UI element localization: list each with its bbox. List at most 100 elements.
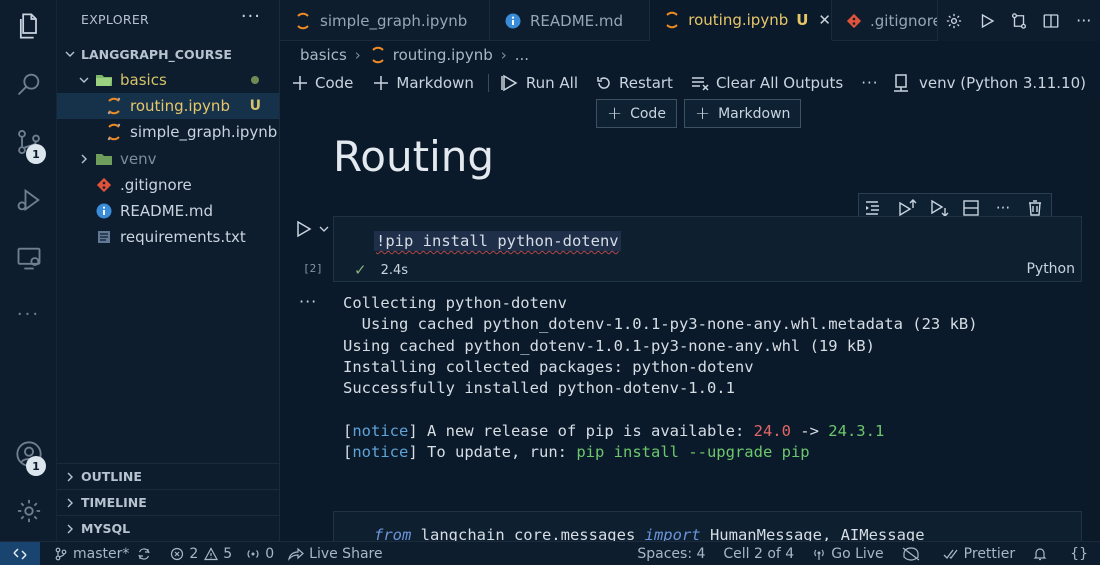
restart-icon bbox=[597, 77, 610, 89]
timeline-panel-header[interactable]: TIMELINE bbox=[57, 489, 279, 515]
radio-tower-icon bbox=[247, 549, 259, 558]
tree-item-gitignore[interactable]: .gitignore bbox=[57, 172, 279, 198]
cell-output: Collecting python-dotenv Using cached py… bbox=[343, 294, 978, 462]
tree-item-readme[interactable]: README.md bbox=[57, 198, 279, 224]
ports-indicator[interactable]: 0 bbox=[246, 546, 274, 562]
insert-markdown-cell-button[interactable]: + Markdown bbox=[684, 99, 802, 128]
run-debug-activity-button[interactable] bbox=[0, 176, 57, 224]
tree-item-label: README.md bbox=[120, 202, 214, 220]
explorer-more-button[interactable]: ··· bbox=[241, 6, 261, 27]
toolbar-more-button[interactable]: ··· bbox=[861, 74, 878, 92]
markdown-heading: Routing bbox=[333, 132, 495, 181]
run-cell-icon[interactable] bbox=[296, 220, 312, 238]
tree-item-routing[interactable]: routing.ipynb U bbox=[57, 93, 279, 119]
workspace-folder-row[interactable]: LANGGRAPH_COURSE bbox=[57, 41, 279, 67]
sync-icon bbox=[138, 547, 150, 560]
chevron-down-icon[interactable] bbox=[318, 223, 330, 235]
modified-dot-icon bbox=[251, 76, 259, 84]
cell-run-controls bbox=[296, 220, 330, 238]
explorer-title: EXPLORER bbox=[81, 12, 150, 27]
more-actions-icon[interactable]: ··· bbox=[1073, 10, 1095, 32]
chevron-right-icon bbox=[77, 152, 91, 166]
explorer-activity-button[interactable] bbox=[0, 2, 57, 50]
tab-simple-graph[interactable]: simple_graph.ipynb bbox=[280, 0, 490, 41]
run-all-button[interactable]: Run All bbox=[501, 74, 578, 92]
tree-item-simple-graph[interactable]: simple_graph.ipynb bbox=[57, 119, 279, 145]
problems-indicator[interactable]: 2 5 bbox=[170, 546, 232, 562]
code-text: langchain_core.messages bbox=[411, 526, 645, 541]
indentation-indicator[interactable]: Spaces: 4 bbox=[637, 546, 705, 562]
button-label: Code bbox=[630, 105, 666, 122]
insert-code-cell-button[interactable]: + Code bbox=[596, 99, 677, 128]
old-version: 24.0 bbox=[753, 421, 791, 440]
copilot-button[interactable] bbox=[902, 547, 925, 561]
live-share-button[interactable]: Live Share bbox=[288, 545, 383, 562]
output-text: A new release of pip is available: bbox=[417, 421, 754, 440]
prettier-button[interactable]: Prettier bbox=[943, 546, 1015, 562]
search-activity-button[interactable] bbox=[0, 60, 57, 108]
notebook-icon bbox=[664, 11, 680, 29]
info-icon bbox=[95, 202, 113, 220]
tree-item-requirements[interactable]: requirements.txt bbox=[57, 224, 279, 250]
tab-gitignore[interactable]: .gitignore bbox=[832, 0, 938, 41]
panel-label: OUTLINE bbox=[81, 469, 142, 484]
output-more-icon[interactable]: ··· bbox=[299, 292, 317, 311]
editor-actions: ··· bbox=[938, 0, 1100, 41]
tree-item-label: venv bbox=[120, 150, 157, 168]
button-label: Clear All Outputs bbox=[715, 74, 844, 92]
untracked-badge: U bbox=[249, 98, 261, 114]
outline-panel-header[interactable]: OUTLINE bbox=[57, 463, 279, 489]
breadcrumb-file[interactable]: routing.ipynb bbox=[393, 46, 493, 64]
code-cell-editor[interactable]: !pip install python-dotenv ✓ 2.4s Python bbox=[333, 216, 1082, 282]
cell-language[interactable]: Python bbox=[1026, 261, 1075, 277]
breadcrumb-more[interactable]: ... bbox=[515, 46, 529, 64]
language-mode-button[interactable]: {} bbox=[1070, 546, 1088, 562]
gear-icon[interactable] bbox=[943, 10, 965, 32]
live-share-label: Live Share bbox=[309, 545, 383, 562]
sync-button[interactable] bbox=[137, 547, 156, 561]
compare-changes-icon[interactable] bbox=[1008, 10, 1030, 32]
tab-label: README.md bbox=[530, 11, 624, 30]
tree-item-label: .gitignore bbox=[120, 176, 192, 194]
notebook-toolbar: Code Markdown Run All Restart Clear All … bbox=[280, 68, 1100, 98]
settings-activity-button[interactable] bbox=[0, 487, 57, 535]
remote-indicator[interactable] bbox=[0, 541, 40, 565]
clear-all-outputs-button[interactable]: Clear All Outputs bbox=[691, 74, 843, 92]
folder-open-icon bbox=[95, 71, 113, 89]
check-icon: ✓ bbox=[354, 261, 367, 279]
breadcrumb-folder[interactable]: basics bbox=[300, 46, 347, 64]
mysql-panel-header[interactable]: MYSQL bbox=[57, 515, 279, 541]
add-code-cell-button[interactable]: Code bbox=[292, 74, 353, 92]
tree-item-venv[interactable]: venv bbox=[57, 146, 279, 172]
next-code-cell[interactable]: from langchain_core.messages import Huma… bbox=[333, 511, 1082, 541]
split-editor-icon[interactable] bbox=[1040, 10, 1062, 32]
add-markdown-cell-button[interactable]: Markdown bbox=[373, 74, 474, 92]
folder-icon bbox=[95, 150, 113, 168]
kernel-picker[interactable]: venv (Python 3.11.10) bbox=[893, 74, 1086, 92]
tab-routing[interactable]: routing.ipynb U ✕ bbox=[650, 0, 832, 41]
run-icon[interactable] bbox=[976, 10, 998, 32]
more-activities-icon[interactable]: ··· bbox=[0, 290, 57, 338]
tree-item-basics[interactable]: basics bbox=[57, 67, 279, 93]
output-line: Successfully installed python-dotenv-1.0… bbox=[343, 379, 735, 398]
tree-item-label: routing.ipynb bbox=[130, 97, 230, 115]
restart-button[interactable]: Restart bbox=[596, 74, 673, 92]
cell-code[interactable]: from langchain_core.messages import Huma… bbox=[374, 526, 925, 541]
notifications-button[interactable] bbox=[1033, 547, 1052, 561]
kernel-icon bbox=[894, 74, 909, 92]
remote-explorer-activity-button[interactable] bbox=[0, 234, 57, 282]
tab-readme[interactable]: README.md bbox=[490, 0, 650, 41]
cell-code[interactable]: !pip install python-dotenv bbox=[374, 231, 621, 251]
branch-label: master* bbox=[73, 545, 130, 562]
keyword: from bbox=[374, 526, 412, 541]
accounts-badge: 1 bbox=[26, 456, 46, 476]
editor-scrollbar[interactable] bbox=[1088, 98, 1100, 541]
branch-indicator[interactable]: master* bbox=[54, 546, 129, 562]
explorer-sidebar: EXPLORER ··· LANGGRAPH_COURSE basics rou… bbox=[57, 0, 280, 541]
go-live-button[interactable]: Go Live bbox=[812, 546, 884, 562]
status-bar-right: Spaces: 4 Cell 2 of 4 Go Live Prettier {… bbox=[637, 542, 1100, 565]
cell-position-indicator[interactable]: Cell 2 of 4 bbox=[723, 546, 794, 562]
error-count: 2 bbox=[189, 545, 199, 562]
close-icon[interactable]: ✕ bbox=[818, 11, 831, 29]
chevron-right-icon bbox=[63, 496, 77, 510]
